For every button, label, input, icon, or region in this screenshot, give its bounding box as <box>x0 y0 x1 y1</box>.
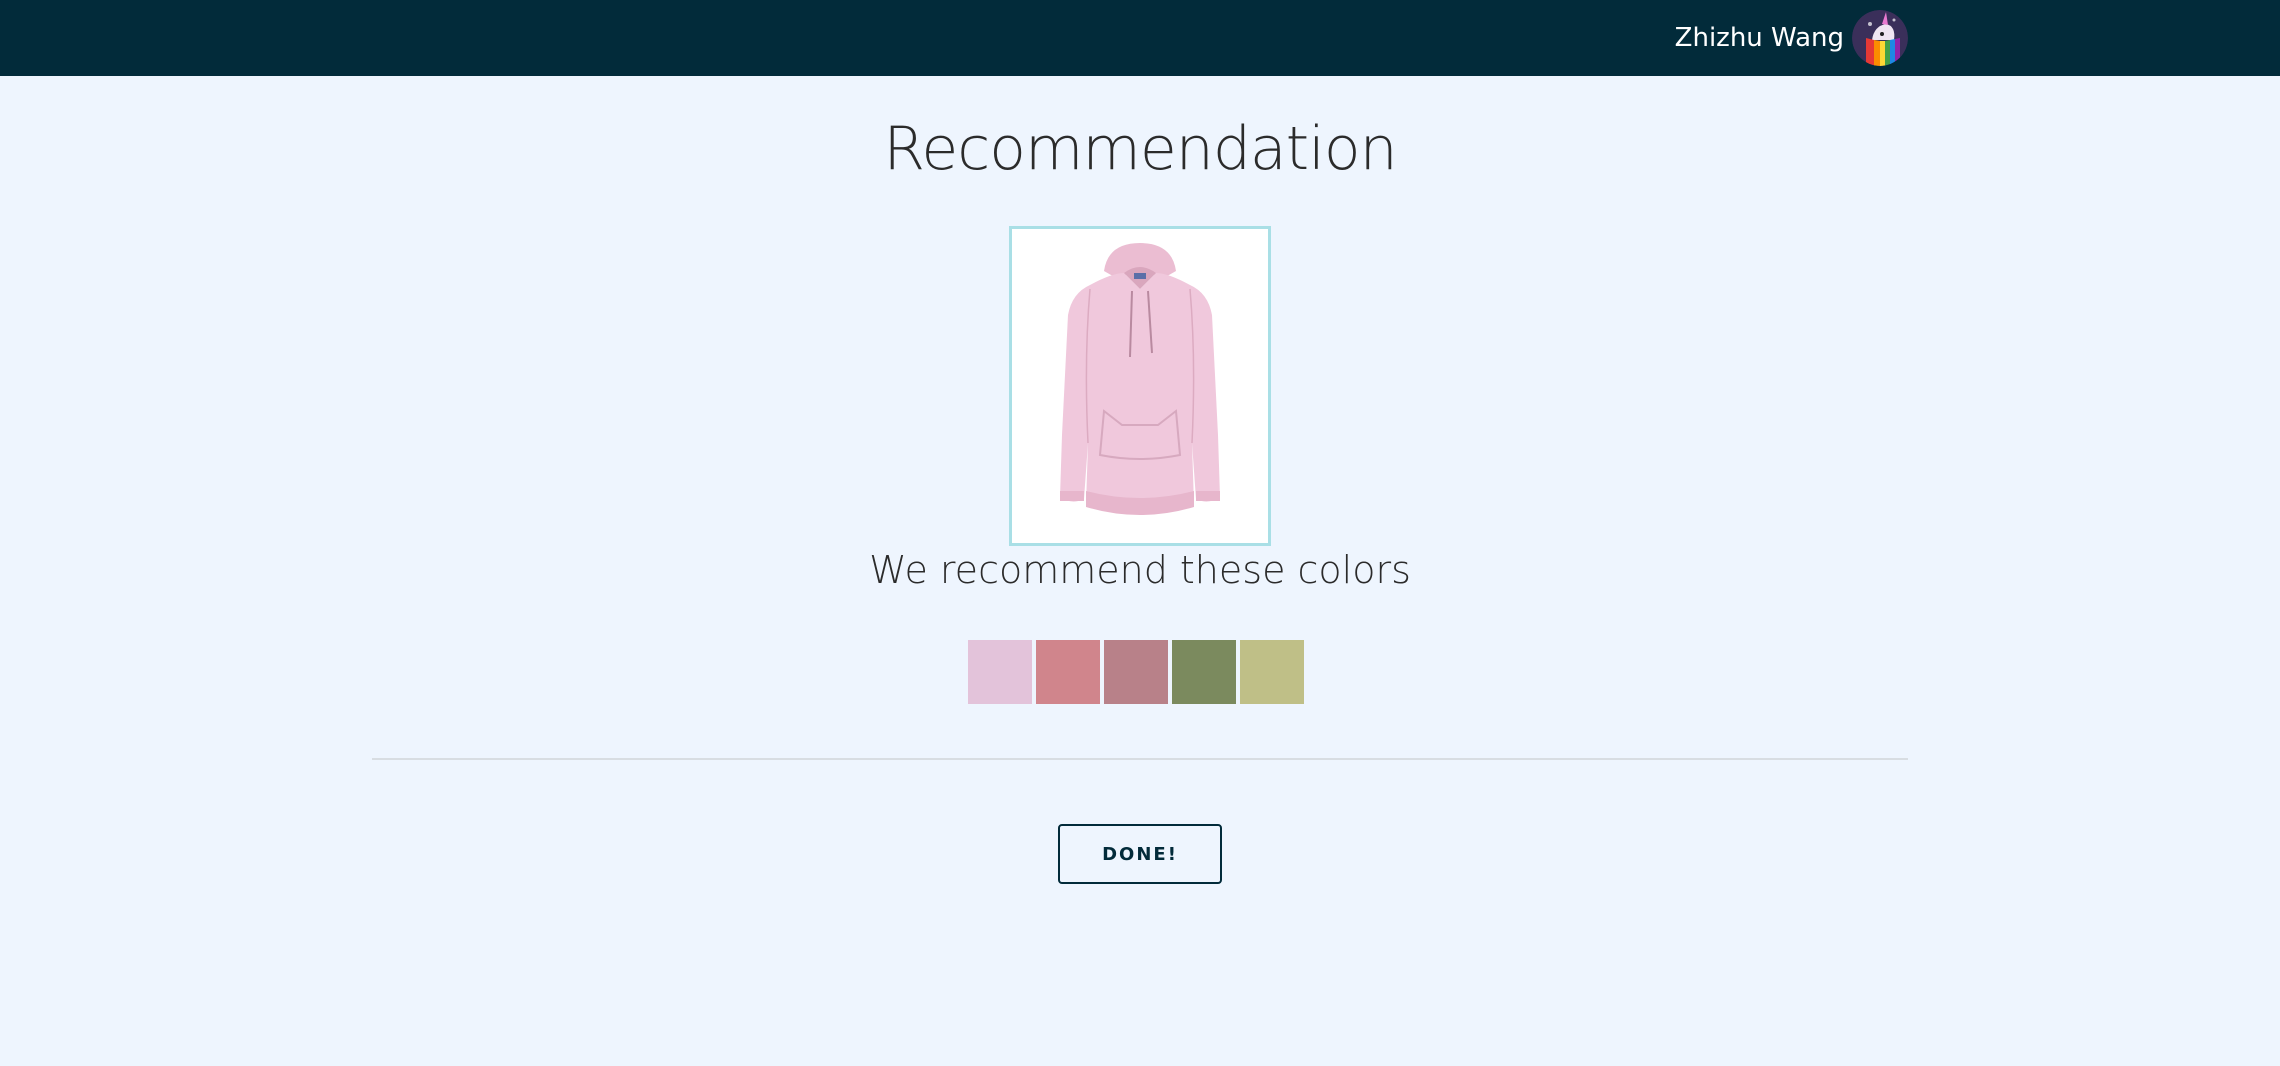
divider <box>372 758 1908 760</box>
color-swatch[interactable] <box>968 640 1032 704</box>
recommendation-page: Recommendation We recommend these colors… <box>0 76 2280 1066</box>
color-swatches <box>968 640 1304 704</box>
product-image-frame <box>1009 226 1271 546</box>
color-swatch[interactable] <box>1036 640 1100 704</box>
done-button[interactable]: DONE! <box>1058 824 1222 884</box>
recommendation-subtitle: We recommend these colors <box>869 548 1411 592</box>
top-navbar: Zhizhu Wang <box>0 0 2280 76</box>
unicorn-avatar-icon <box>1852 10 1908 66</box>
hoodie-image-icon <box>1012 229 1268 543</box>
color-swatch[interactable] <box>1104 640 1168 704</box>
page-title: Recommendation <box>883 114 1397 184</box>
avatar[interactable] <box>1852 10 1908 66</box>
user-name[interactable]: Zhizhu Wang <box>1675 23 1844 53</box>
color-swatch[interactable] <box>1172 640 1236 704</box>
user-menu[interactable]: Zhizhu Wang <box>1675 8 1908 68</box>
color-swatch[interactable] <box>1240 640 1304 704</box>
